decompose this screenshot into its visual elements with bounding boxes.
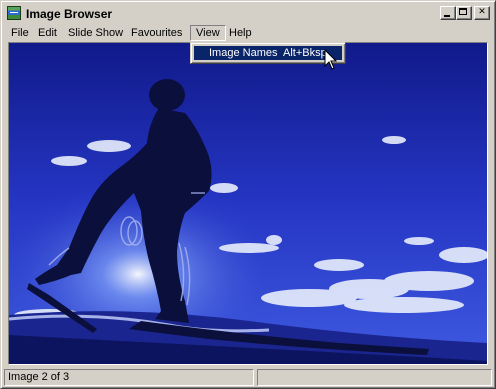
menu-edit[interactable]: Edit (33, 25, 62, 41)
app-icon[interactable] (7, 6, 21, 20)
menu-bar: File Edit Slide Show Favourites View Hel… (4, 24, 492, 42)
menu-view[interactable]: View (190, 25, 226, 41)
view-menu-dropdown: Image Names Alt+Bksp (190, 42, 346, 64)
image-browser-window: Image Browser ✕ File Edit Slide Show Fav… (0, 0, 496, 389)
menu-help[interactable]: Help (224, 25, 257, 41)
status-secondary-pane (257, 369, 492, 386)
hiker-photo (9, 43, 487, 364)
menu-favourites[interactable]: Favourites (126, 25, 187, 41)
minimize-button[interactable] (440, 6, 456, 20)
title-bar[interactable]: Image Browser ✕ (4, 4, 492, 23)
status-bar: Image 2 of 3 (4, 369, 492, 386)
menu-file[interactable]: File (6, 25, 34, 41)
image-viewport[interactable] (8, 42, 488, 365)
status-image-position: Image 2 of 3 (4, 369, 254, 386)
mouse-pointer-icon (324, 49, 338, 70)
menu-item-image-names[interactable]: Image Names Alt+Bksp (194, 46, 342, 60)
menu-slide-show[interactable]: Slide Show (63, 25, 128, 41)
maximize-button[interactable] (456, 6, 472, 20)
menu-item-label: Image Names (209, 47, 278, 59)
window-title: Image Browser (26, 7, 113, 21)
menu-item-shortcut: Alt+Bksp (283, 47, 327, 59)
close-button[interactable]: ✕ (474, 6, 490, 20)
